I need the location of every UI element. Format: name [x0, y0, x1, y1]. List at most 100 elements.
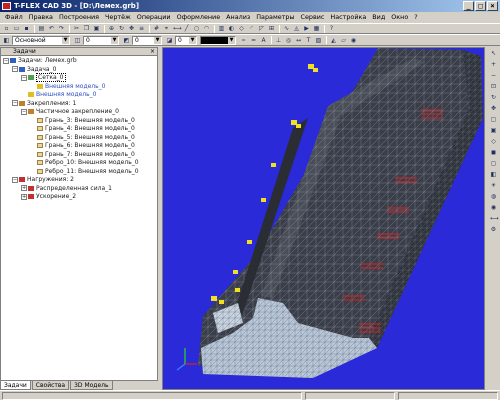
shade-icon[interactable]: ◼ — [489, 148, 498, 157]
save-icon[interactable]: ▪ — [22, 24, 31, 33]
undo-icon[interactable]: ↶ — [47, 24, 56, 33]
linetype-icon[interactable]: ┅ — [239, 36, 248, 45]
view-3d-icon[interactable]: ◭ — [329, 36, 338, 45]
light-icon[interactable]: ☀ — [489, 181, 498, 190]
copy-icon[interactable]: ❐ — [82, 24, 91, 33]
tree-node[interactable]: Грань_4: Внешняя модель_0 — [1, 125, 157, 134]
tab-properties[interactable]: Свойства — [31, 381, 70, 390]
collapse-icon[interactable]: − — [12, 176, 18, 183]
extrude-icon[interactable]: ▥ — [217, 24, 226, 33]
paste-icon[interactable]: ▣ — [92, 24, 101, 33]
style-combo[interactable]: Основной ▼ — [12, 35, 70, 45]
color-icon[interactable]: ◪ — [165, 36, 174, 45]
boolean-icon[interactable]: ⊞ — [267, 24, 276, 33]
tab-3d-model[interactable]: 3D Модель — [70, 381, 113, 390]
arc-icon[interactable]: ◠ — [202, 24, 211, 33]
zoom-in-icon[interactable]: + — [489, 60, 498, 69]
chevron-down-icon[interactable]: ▼ — [189, 36, 196, 44]
tab-tasks[interactable]: Задачи — [0, 381, 31, 390]
tree-node[interactable]: Внешняя модель_0 — [1, 83, 157, 92]
results-icon[interactable]: ▦ — [312, 24, 321, 33]
font-icon[interactable]: A — [259, 36, 268, 45]
expand-icon[interactable]: + — [21, 185, 27, 191]
tree-node[interactable]: Грань_7: Внешняя модель_0 — [1, 151, 157, 160]
material-icon[interactable]: ◍ — [489, 192, 498, 201]
chamfer-icon[interactable]: ◸ — [257, 24, 266, 33]
menu-help[interactable]: ? — [411, 12, 420, 23]
collapse-icon[interactable]: − — [3, 57, 9, 64]
text-icon[interactable]: T — [304, 36, 313, 45]
analysis-icon[interactable]: ∿ — [282, 24, 291, 33]
pan-icon[interactable]: ✥ — [489, 104, 498, 113]
collapse-icon[interactable]: − — [12, 66, 18, 72]
view-front-icon[interactable]: ▢ — [489, 115, 498, 124]
model-canvas[interactable] — [163, 48, 485, 390]
tree-node[interactable]: − Частичное закрепление_0 — [1, 108, 157, 117]
mesh-icon[interactable]: ◬ — [292, 24, 301, 33]
wire-icon[interactable]: ◻ — [489, 159, 498, 168]
menu-settings[interactable]: Настройка — [327, 12, 369, 23]
collapse-icon[interactable]: − — [12, 100, 18, 106]
tree-node[interactable]: − Закрепления: 1 — [1, 100, 157, 109]
measure-icon[interactable]: ⟷ — [172, 24, 182, 33]
menu-annotation[interactable]: Оформление — [174, 12, 224, 23]
plough-share-model[interactable] — [198, 48, 483, 378]
3d-viewport[interactable] — [162, 47, 485, 390]
menu-analysis[interactable]: Анализ — [223, 12, 253, 23]
level-field[interactable]: 0 ▼ — [83, 35, 119, 45]
tree-node[interactable]: Грань_3: Внешняя модель_0 — [1, 117, 157, 126]
tree-node[interactable]: − Задачи: Лемех.grb — [1, 57, 157, 66]
tree-node[interactable]: + Ускорение_2 — [1, 193, 157, 202]
menu-file[interactable]: Файл — [2, 12, 26, 23]
fillet-icon[interactable]: ◜ — [247, 24, 256, 33]
measure-icon[interactable]: ⟷ — [489, 214, 499, 223]
collapse-icon[interactable]: − — [21, 74, 27, 81]
menu-parameters[interactable]: Параметры — [253, 12, 297, 23]
dim-icon[interactable]: ↔ — [294, 36, 303, 45]
priority-field[interactable]: 0 ▼ — [132, 35, 162, 45]
collapse-icon[interactable]: − — [21, 108, 27, 115]
tree-node[interactable]: Грань_5: Внешняя модель_0 — [1, 134, 157, 143]
maximize-button[interactable]: □ — [475, 1, 486, 11]
tree-node[interactable]: Ребро_10: Внешняя модель_0 — [1, 159, 157, 168]
tree-node[interactable]: − Задача_0 — [1, 66, 157, 75]
color-swatch-combo[interactable]: ▼ — [200, 35, 236, 45]
chevron-down-icon[interactable]: ▼ — [62, 36, 69, 44]
tree-node[interactable]: + Распределенная сила_1 — [1, 185, 157, 194]
pan-icon[interactable]: ✥ — [127, 24, 136, 33]
menu-edit[interactable]: Правка — [26, 12, 56, 23]
line-icon[interactable]: ╱ — [182, 24, 191, 33]
priority-icon[interactable]: ◩ — [122, 36, 131, 45]
render-icon[interactable]: ◉ — [489, 203, 498, 212]
chevron-down-icon[interactable]: ▼ — [154, 36, 161, 44]
color-field[interactable]: 0 ▼ — [175, 35, 197, 45]
grid-icon[interactable]: # — [152, 24, 161, 33]
zoom-icon[interactable]: ⊕ — [107, 24, 116, 33]
print-icon[interactable]: ▤ — [37, 24, 46, 33]
circle-icon[interactable]: ○ — [192, 24, 201, 33]
view-2d-icon[interactable]: ▱ — [339, 36, 348, 45]
section-icon[interactable]: ◧ — [489, 170, 498, 179]
menu-drawing[interactable]: Чертёж — [102, 12, 134, 23]
layers-icon[interactable]: ≡ — [137, 24, 146, 33]
tree-node[interactable]: Внешняя модель_0 — [1, 91, 157, 100]
redo-icon[interactable]: ↷ — [57, 24, 66, 33]
cut-icon[interactable]: ✂ — [72, 24, 81, 33]
menu-service[interactable]: Сервис — [298, 12, 328, 23]
view-iso-icon[interactable]: ◇ — [489, 137, 498, 146]
close-button[interactable]: × — [487, 1, 498, 11]
tree-node[interactable]: − Нагружения: 2 — [1, 176, 157, 185]
snap-icon[interactable]: ⌖ — [162, 24, 171, 33]
camera-icon[interactable]: ◉ — [349, 36, 358, 45]
chevron-down-icon[interactable]: ▼ — [111, 36, 118, 44]
close-icon[interactable]: × — [150, 48, 155, 56]
level-icon[interactable]: ◫ — [73, 36, 82, 45]
menu-operations[interactable]: Операции — [134, 12, 174, 23]
hatch-icon[interactable]: ▧ — [314, 36, 323, 45]
menu-window[interactable]: Окно — [388, 12, 411, 23]
open-icon[interactable]: ▭ — [12, 24, 21, 33]
expand-icon[interactable]: + — [21, 193, 27, 200]
rotate-icon[interactable]: ↻ — [489, 93, 498, 102]
tree-node[interactable]: − Сетка_0 — [1, 73, 157, 83]
loft-icon[interactable]: ◇ — [237, 24, 246, 33]
